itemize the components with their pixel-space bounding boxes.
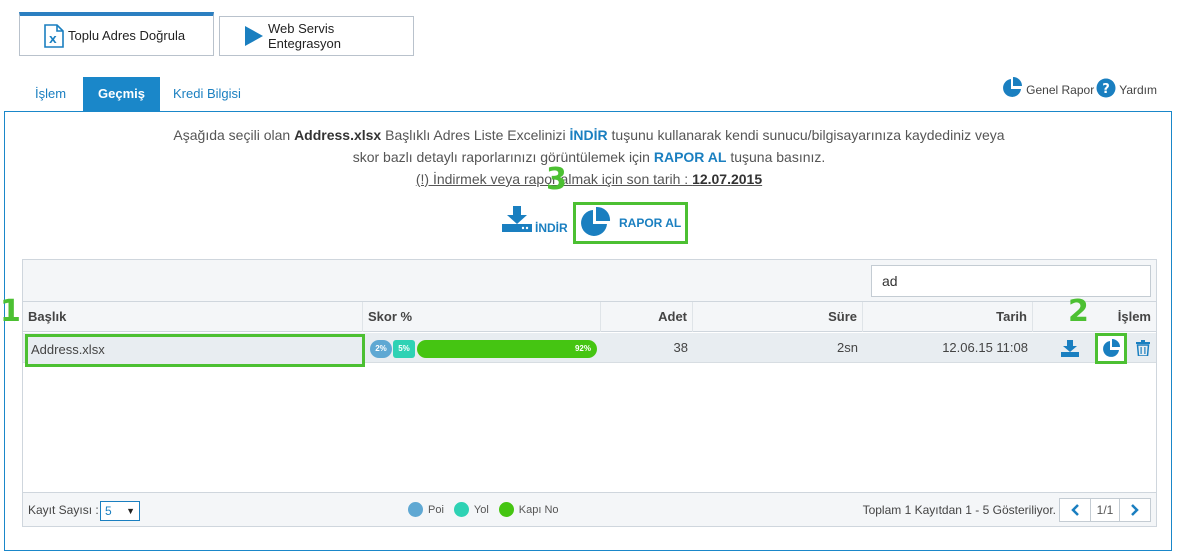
help-icon: ? (1096, 78, 1116, 101)
page-indicator: 1/1 (1090, 499, 1120, 521)
column-header-tarih[interactable]: Tarih (863, 302, 1033, 332)
info-file-name: Address.xlsx (294, 127, 382, 143)
bulk-address-verify-button[interactable]: X Toplu Adres Doğrula (19, 12, 214, 56)
legend-item-yol: Yol (453, 502, 489, 517)
record-summary: Toplam 1 Kayıtdan 1 - 5 Gösteriliyor. (862, 503, 1056, 517)
legend-item-kapi-no: Kapı No (498, 502, 559, 517)
play-icon (244, 25, 264, 47)
row-download-button[interactable] (1059, 337, 1081, 359)
cell-tarih: 12.06.15 11:08 (942, 340, 1028, 355)
legend-dot-kapi-no (498, 502, 514, 517)
general-report-label: Genel Rapor (1026, 82, 1095, 97)
pagination: 1/1 (1059, 498, 1151, 522)
pie-chart-icon (1103, 338, 1120, 357)
legend-item-poi: Poi (408, 502, 444, 517)
chevron-right-icon (1131, 504, 1139, 516)
grid-toolbar (23, 260, 1156, 302)
info-line-2: skor bazlı detaylı raporlarınızı görüntü… (5, 149, 1173, 165)
info-rapor-keyword: RAPOR AL (653, 149, 727, 165)
column-header-skor[interactable]: Skor % (363, 302, 601, 332)
get-report-button[interactable]: RAPOR AL (573, 202, 688, 244)
score-legend: Poi Yol Kapı No (408, 502, 569, 517)
table-header: Başlık Skor % Adet Süre Tarih İşlem (23, 302, 1156, 332)
table-row[interactable]: Address.xlsx 2% 5% 92% 38 2sn 12.06.15 1… (23, 333, 1156, 367)
chevron-left-icon (1071, 504, 1079, 516)
info-text: tuşunu kullanarak kendi sunucu/bilgisaya… (607, 127, 1005, 143)
download-label: İNDİR (535, 221, 568, 235)
get-report-label: RAPOR AL (619, 216, 682, 230)
cell-adet: 38 (673, 340, 688, 355)
column-header-sure[interactable]: Süre (693, 302, 863, 332)
next-page-button[interactable] (1120, 499, 1150, 521)
info-line-1: Aşağıda seçili olan Address.xlsx Başlıkl… (5, 127, 1173, 143)
info-indir-keyword: İNDİR (569, 127, 608, 143)
tab-kredi-bilgisi[interactable]: Kredi Bilgisi (158, 77, 256, 111)
page-size-select[interactable]: 5 ▼ (100, 501, 140, 521)
info-deadline-date: 12.07.2015 (692, 171, 763, 187)
trash-icon (1136, 340, 1150, 356)
legend-label: Kapı No (518, 503, 559, 516)
info-text: tuşuna basınız. (726, 149, 826, 165)
score-bar-yol: 5% (393, 340, 415, 358)
svg-text:X: X (49, 35, 57, 46)
download-icon (1061, 339, 1079, 357)
excel-file-icon: X (44, 23, 64, 48)
download-button[interactable]: İNDİR (502, 206, 568, 235)
annotation-marker-2: 2 (1068, 294, 1089, 329)
history-panel: Aşağıda seçili olan Address.xlsx Başlıkl… (4, 111, 1172, 551)
web-service-integration-label: Web Servis Entegrasyon (268, 21, 341, 51)
info-deadline: (!) İndirmek veya rapor almak için son t… (5, 171, 1173, 187)
row-delete-button[interactable] (1132, 337, 1154, 359)
bulk-address-verify-label: Toplu Adres Doğrula (68, 28, 186, 43)
column-header-islem: İşlem (1117, 309, 1151, 324)
top-right-links: Genel Rapor ? Yardım (999, 77, 1157, 102)
history-grid: Başlık Skor % Adet Süre Tarih İşlem Addr… (22, 259, 1157, 527)
svg-text:?: ? (1102, 82, 1110, 97)
score-bar-kapi-no: 92% (417, 340, 597, 358)
column-header-baslik[interactable]: Başlık (23, 302, 363, 332)
help-link[interactable]: ? Yardım (1096, 78, 1157, 101)
legend-dot-poi (408, 502, 423, 517)
legend-label: Yol (473, 503, 489, 516)
legend-dot-yol (453, 502, 469, 517)
page-size-value: 5 (105, 504, 112, 518)
cell-sure: 2sn (837, 340, 858, 355)
info-text: skor bazlı detaylı raporlarınızı görüntü… (352, 149, 654, 165)
score-bar: 2% 5% 92% (368, 333, 598, 363)
row-report-button[interactable] (1095, 333, 1127, 364)
annotation-marker-3: 3 (546, 162, 567, 197)
pie-chart-icon (1001, 77, 1023, 102)
web-service-integration-button[interactable]: Web Servis Entegrasyon (219, 16, 414, 56)
score-bar-poi: 2% (370, 340, 392, 358)
info-text: Başlıklı Adres Liste Excelinizi (381, 127, 570, 143)
annotation-marker-1: 1 (0, 294, 21, 329)
grid-footer: Kayıt Sayısı : 5 ▼ Poi Yol Kapı No Topla… (23, 492, 1156, 526)
pie-chart-icon (579, 206, 611, 241)
general-report-link[interactable]: Genel Rapor (1001, 77, 1094, 102)
download-icon (502, 206, 532, 235)
column-header-adet[interactable]: Adet (601, 302, 693, 332)
search-input[interactable] (871, 265, 1151, 297)
help-label: Yardım (1119, 82, 1157, 97)
cell-baslik: Address.xlsx (25, 334, 365, 367)
page-size-label: Kayıt Sayısı : (28, 503, 99, 517)
previous-page-button[interactable] (1060, 499, 1090, 521)
tab-islem[interactable]: İşlem (20, 77, 81, 111)
info-text: Aşağıda seçili olan (173, 127, 295, 143)
caret-down-icon: ▼ (126, 506, 135, 516)
tab-gecmis[interactable]: Geçmiş (83, 77, 160, 119)
legend-label: Poi (428, 503, 444, 516)
